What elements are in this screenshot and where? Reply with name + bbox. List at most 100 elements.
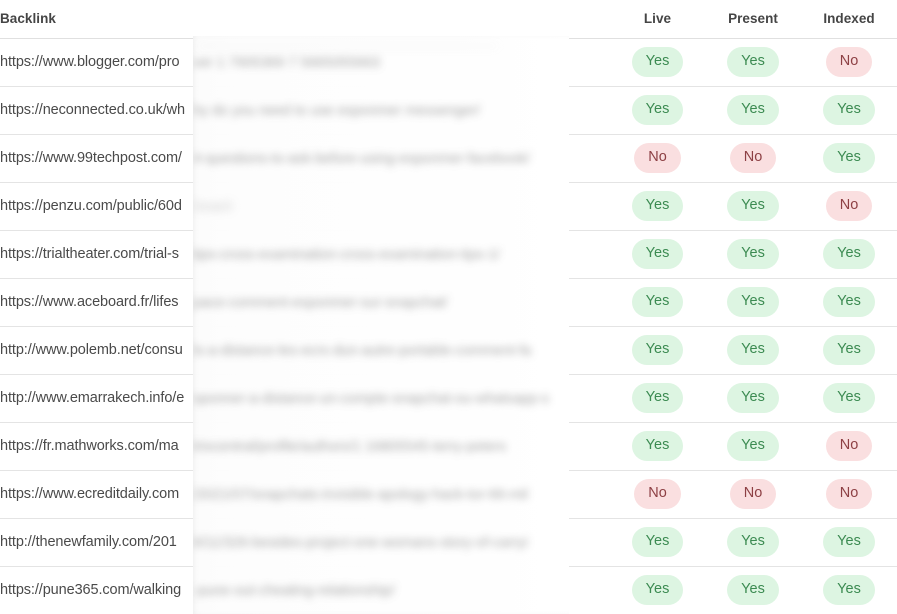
status-badge-indexed: Yes	[823, 383, 875, 413]
status-cell-live: Yes	[610, 182, 705, 231]
backlink-url[interactable]: https://www.ecreditdaily.com	[0, 470, 610, 519]
status-cell-live: Yes	[610, 38, 705, 87]
status-badge-present: Yes	[727, 431, 779, 461]
status-cell-present: No	[705, 470, 801, 519]
status-cell-live: Yes	[610, 422, 705, 471]
backlink-status-table: Backlink Live Present Indexed https://ww…	[0, 0, 897, 614]
status-cell-indexed: Yes	[801, 230, 897, 279]
table-row[interactable]: https://pune365.com/walking Yes Yes Yes	[0, 566, 897, 614]
column-header-live[interactable]: Live	[610, 0, 705, 39]
status-badge-live: Yes	[631, 191, 684, 221]
backlink-url[interactable]: http://www.polemb.net/consu	[0, 326, 610, 375]
status-cell-live: No	[610, 134, 705, 183]
status-cell-indexed: Yes	[801, 566, 897, 614]
status-badge-present: Yes	[727, 47, 779, 77]
status-badge-indexed: Yes	[823, 287, 875, 317]
status-cell-indexed: No	[801, 38, 897, 87]
status-cell-present: Yes	[705, 374, 801, 423]
status-badge-indexed: No	[825, 431, 873, 461]
status-badge-present: No	[729, 143, 777, 173]
table-header-row: Backlink Live Present Indexed	[0, 0, 897, 39]
status-badge-live: Yes	[631, 47, 684, 77]
backlink-url[interactable]: https://fr.mathworks.com/ma	[0, 422, 610, 471]
status-badge-present: Yes	[727, 383, 779, 413]
status-cell-present: No	[705, 134, 801, 183]
status-badge-indexed: Yes	[823, 335, 875, 365]
column-header-backlink[interactable]: Backlink	[0, 0, 610, 39]
status-badge-live: Yes	[631, 95, 684, 125]
status-cell-indexed: Yes	[801, 518, 897, 567]
status-badge-live: Yes	[631, 527, 684, 557]
status-cell-present: Yes	[705, 566, 801, 614]
status-cell-live: Yes	[610, 374, 705, 423]
status-badge-indexed: No	[825, 47, 873, 77]
table-row[interactable]: http://www.polemb.net/consu Yes Yes Yes	[0, 326, 897, 375]
table-body: https://www.blogger.com/pro Yes Yes No https…	[0, 38, 897, 614]
status-cell-live: Yes	[610, 518, 705, 567]
table-row[interactable]: http://www.emarrakech.info/e Yes Yes Yes	[0, 374, 897, 423]
status-badge-present: Yes	[727, 335, 779, 365]
status-cell-indexed: No	[801, 470, 897, 519]
backlink-url[interactable]: https://penzu.com/public/60d	[0, 182, 610, 231]
status-cell-present: Yes	[705, 38, 801, 87]
status-badge-live: Yes	[631, 287, 684, 317]
status-cell-live: Yes	[610, 230, 705, 279]
status-cell-present: Yes	[705, 422, 801, 471]
column-header-indexed[interactable]: Indexed	[801, 0, 897, 39]
status-cell-present: Yes	[705, 182, 801, 231]
table-row[interactable]: https://penzu.com/public/60d Yes Yes No	[0, 182, 897, 231]
status-cell-live: Yes	[610, 278, 705, 327]
backlink-url[interactable]: https://www.99techpost.com/	[0, 134, 610, 183]
table-row[interactable]: https://fr.mathworks.com/ma Yes Yes No	[0, 422, 897, 471]
table-header: Backlink Live Present Indexed	[0, 0, 897, 39]
column-header-present[interactable]: Present	[705, 0, 801, 39]
status-badge-indexed: Yes	[823, 239, 875, 269]
status-cell-present: Yes	[705, 326, 801, 375]
status-badge-present: Yes	[727, 527, 779, 557]
status-badge-indexed: Yes	[823, 575, 875, 605]
table-row[interactable]: https://www.ecreditdaily.com No No No	[0, 470, 897, 519]
status-cell-indexed: Yes	[801, 374, 897, 423]
table-row[interactable]: https://www.99techpost.com/No No Yes	[0, 134, 897, 183]
backlink-url[interactable]: https://neconnected.co.uk/wh	[0, 86, 610, 135]
status-cell-indexed: No	[801, 422, 897, 471]
backlink-url[interactable]: http://thenewfamily.com/201	[0, 518, 610, 567]
backlink-url[interactable]: https://pune365.com/walking	[0, 566, 610, 614]
status-cell-present: Yes	[705, 278, 801, 327]
status-badge-indexed: Yes	[823, 95, 875, 125]
status-cell-present: Yes	[705, 230, 801, 279]
status-badge-live: Yes	[631, 335, 684, 365]
status-cell-present: Yes	[705, 86, 801, 135]
status-cell-indexed: Yes	[801, 278, 897, 327]
status-cell-indexed: Yes	[801, 134, 897, 183]
backlink-status-page: Backlink Live Present Indexed https://ww…	[0, 0, 897, 614]
status-badge-present: Yes	[727, 575, 779, 605]
status-cell-live: Yes	[610, 86, 705, 135]
status-badge-present: Yes	[727, 239, 779, 269]
status-badge-present: Yes	[727, 95, 779, 125]
backlink-url[interactable]: https://trialtheater.com/trial-s	[0, 230, 610, 279]
status-badge-indexed: No	[825, 479, 873, 509]
status-badge-present: Yes	[727, 287, 779, 317]
table-row[interactable]: https://trialtheater.com/trial-s Yes Yes Ye…	[0, 230, 897, 279]
status-badge-live: Yes	[631, 383, 684, 413]
status-badge-present: No	[729, 479, 777, 509]
table-row[interactable]: http://thenewfamily.com/201 Yes Yes Yes	[0, 518, 897, 567]
status-badge-live: No	[634, 143, 681, 173]
status-badge-indexed: No	[825, 191, 873, 221]
status-badge-live: No	[634, 479, 681, 509]
table-row[interactable]: https://neconnected.co.uk/wh Yes Yes Yes	[0, 86, 897, 135]
status-badge-indexed: Yes	[823, 527, 875, 557]
table-row[interactable]: https://www.blogger.com/pro Yes Yes No	[0, 38, 897, 87]
status-cell-indexed: Yes	[801, 326, 897, 375]
status-cell-live: Yes	[610, 566, 705, 614]
table-row[interactable]: https://www.aceboard.fr/lifes Yes Yes Yes	[0, 278, 897, 327]
backlink-url[interactable]: http://www.emarrakech.info/e	[0, 374, 610, 423]
status-cell-live: Yes	[610, 326, 705, 375]
status-badge-live: Yes	[631, 239, 684, 269]
backlink-url[interactable]: https://www.blogger.com/pro	[0, 38, 610, 87]
backlink-url[interactable]: https://www.aceboard.fr/lifes	[0, 278, 610, 327]
status-cell-present: Yes	[705, 518, 801, 567]
status-badge-present: Yes	[727, 191, 779, 221]
status-cell-indexed: No	[801, 182, 897, 231]
